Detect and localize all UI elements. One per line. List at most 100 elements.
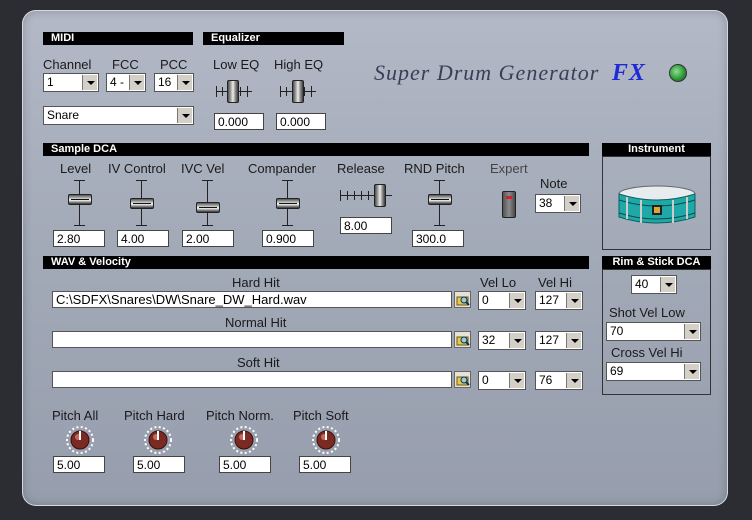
iv-control-label: IV Control [108,161,166,176]
instrument-select[interactable]: Snare [43,106,194,125]
normal-hit-path-field[interactable] [52,331,452,348]
slider-tick [311,86,312,97]
level-value[interactable]: 2.80 [53,230,105,247]
release-value[interactable]: 8.00 [340,217,392,234]
soft-vel-hi-select[interactable]: 76 [535,371,583,390]
soft-vel-lo-value: 0 [482,373,489,387]
slider-tick [280,86,281,97]
instrument-section-header: Instrument [602,143,711,156]
compander-value[interactable]: 0.900 [262,230,314,247]
pcc-select[interactable]: 16 [154,73,194,92]
hard-vel-hi-value: 127 [539,293,560,307]
instrument-value: Snare [47,108,80,122]
fcc-select[interactable]: 4 - [106,73,146,92]
channel-select[interactable]: 1 [43,73,99,92]
pitch-norm-value[interactable]: 5.00 [219,456,271,473]
soft-hit-path-field[interactable] [52,371,452,388]
fader-tick [202,225,213,226]
slider-tick [216,86,217,97]
fader-tick [434,180,445,181]
release-slider-handle[interactable] [374,184,386,207]
pitch-norm-knob[interactable] [228,424,260,456]
iv-control-value[interactable]: 4.00 [117,230,169,247]
ivc-vel-fader-handle[interactable] [196,202,220,213]
folder-search-icon [456,376,470,386]
app-title: Super Drum Generator FX [374,60,646,87]
fader-tick [282,225,293,226]
high-eq-value[interactable]: 0.000 [276,113,326,130]
pcc-value: 16 [158,75,172,89]
fader-tick [74,225,85,226]
iv-control-fader-handle[interactable] [130,198,154,209]
slider-tick [222,87,223,96]
high-eq-label: High EQ [274,57,324,72]
pitch-hard-value[interactable]: 5.00 [133,456,185,473]
pitch-hard-knob[interactable] [142,424,174,456]
soft-vel-lo-select[interactable]: 0 [478,371,526,390]
rim-stick-value: 40 [635,277,649,291]
high-eq-slider[interactable] [278,78,318,106]
low-eq-slider-handle[interactable] [227,80,239,103]
hard-vel-hi-select[interactable]: 127 [535,291,583,310]
chevron-down-icon [660,277,675,292]
fader-tick [434,225,445,226]
vel-hi-label: Vel Hi [538,275,572,290]
low-eq-slider[interactable] [214,78,254,106]
rnd-pitch-value[interactable]: 300.0 [412,230,464,247]
high-eq-slider-handle[interactable] [292,80,304,103]
hard-hit-path-field[interactable]: C:\SDFX\Snares\DW\Snare_DW_Hard.wav [52,291,452,308]
chevron-down-icon [509,373,524,388]
slider-tick [347,191,348,200]
shot-vel-low-value: 70 [610,324,624,338]
slider-tick [304,87,305,96]
pitch-soft-knob[interactable] [310,424,342,456]
pitch-soft-value[interactable]: 5.00 [299,456,351,473]
soft-hit-label: Soft Hit [237,355,280,370]
normal-vel-hi-select[interactable]: 127 [535,331,583,350]
slider-tick [340,190,341,201]
note-label: Note [540,176,568,191]
normal-hit-label: Normal Hit [225,315,287,330]
normal-vel-lo-value: 32 [482,333,496,347]
rim-stick-select[interactable]: 40 [631,275,677,294]
pcc-label: PCC [160,57,188,72]
channel-value: 1 [47,75,54,89]
soft-hit-browse-button[interactable] [454,371,471,388]
note-select[interactable]: 38 [535,194,581,213]
chevron-down-icon [177,108,192,123]
expert-switch[interactable] [502,191,516,218]
normal-vel-lo-select[interactable]: 32 [478,331,526,350]
release-slider[interactable] [340,182,392,210]
pitch-all-knob[interactable] [64,424,96,456]
rnd-pitch-fader-handle[interactable] [428,194,452,205]
compander-fader[interactable] [274,180,302,228]
channel-label: Channel [43,57,92,72]
fader-tick [282,180,293,181]
slider-tick [240,87,241,96]
shot-vel-low-select[interactable]: 70 [606,322,701,341]
iv-control-fader[interactable] [128,180,156,228]
midi-section-header: MIDI [43,32,193,45]
fader-tick [74,180,85,181]
slider-tick [247,86,248,97]
ivc-vel-value[interactable]: 2.00 [182,230,234,247]
low-eq-value[interactable]: 0.000 [214,113,264,130]
expert-switch-led-icon [506,196,512,199]
fader-tick [136,180,147,181]
chevron-down-icon [177,75,192,90]
hard-vel-lo-select[interactable]: 0 [478,291,526,310]
ivc-vel-fader[interactable] [194,180,222,228]
sample-dca-section-header: Sample DCA [43,143,589,156]
rnd-pitch-fader[interactable] [426,180,454,228]
app-title-fx: FX [611,60,646,86]
normal-hit-browse-button[interactable] [454,331,471,348]
hard-hit-browse-button[interactable] [454,291,471,308]
level-fader-handle[interactable] [68,194,92,205]
cross-vel-hi-select[interactable]: 69 [606,362,701,381]
fader-tick [202,180,213,181]
vel-lo-label: Vel Lo [480,275,517,290]
ivc-vel-label: IVC Vel [181,161,225,176]
compander-fader-handle[interactable] [276,198,300,209]
level-fader[interactable] [66,180,94,228]
pitch-all-value[interactable]: 5.00 [53,456,105,473]
